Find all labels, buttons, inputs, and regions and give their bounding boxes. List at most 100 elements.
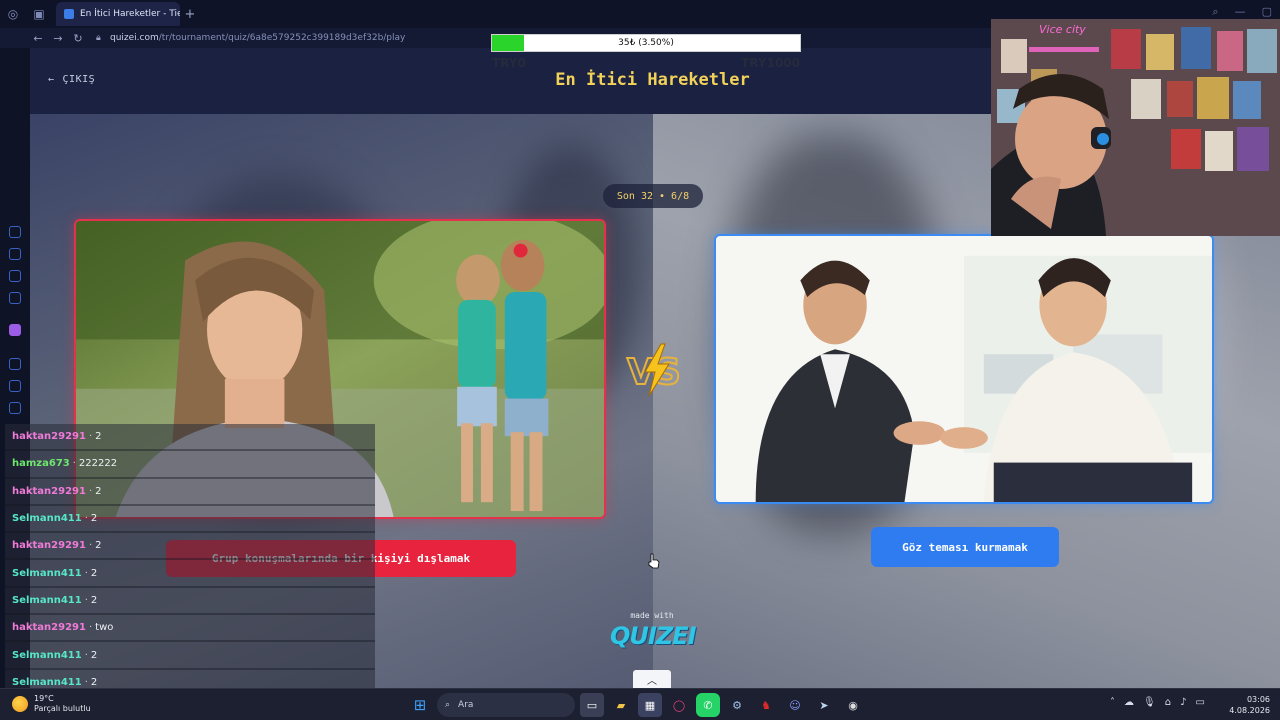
right-choice-button[interactable]: Göz teması kurmamak	[871, 527, 1059, 567]
whatsapp-icon[interactable]: ✆	[696, 693, 720, 717]
chat-message: haktan29291 · two	[5, 615, 375, 643]
url-path: /tr/tournament/quiz/6a8e579252c399189d3e…	[158, 33, 406, 43]
chat-text: 2	[90, 594, 98, 606]
sidebar-icon-3[interactable]	[9, 270, 21, 282]
chat-username: haktan29291	[12, 540, 86, 552]
chat-username: Selmann411	[12, 594, 82, 606]
sidebar-icon-5[interactable]	[9, 358, 21, 370]
maximize-icon[interactable]: ▢	[1262, 5, 1272, 19]
right-choice-image	[716, 236, 1212, 502]
taskbar-search[interactable]: ⌕ Ara	[437, 693, 575, 717]
chat-separator: ·	[72, 458, 76, 470]
chat-separator: ·	[88, 485, 93, 497]
opera-gx-icon[interactable]: ◯	[667, 693, 691, 717]
search-icon[interactable]: ⌕	[1212, 5, 1218, 19]
chat-username: haktan29291	[12, 431, 86, 443]
new-tab-button[interactable]: +	[180, 7, 200, 22]
chat-text: 2	[95, 431, 102, 443]
chat-message: haktan29291 · 2	[5, 478, 375, 506]
chat-separator: ·	[88, 540, 93, 552]
tray-battery-icon[interactable]: ▭	[1195, 697, 1204, 708]
windows-start-icon[interactable]: ⊞	[408, 693, 432, 717]
task-view-icon[interactable]: ▭	[580, 693, 604, 717]
obs-icon[interactable]: ◉	[841, 693, 865, 717]
forward-arrow-icon[interactable]: →	[48, 32, 68, 45]
versus-icon: VS	[626, 343, 682, 397]
sidebar-icon-4[interactable]	[9, 292, 21, 304]
arrow-left-icon: ←	[48, 74, 55, 85]
sidebar-icon-7[interactable]	[9, 402, 21, 414]
clock-date: 4.08.2026	[1229, 706, 1270, 715]
tray-chevron-up-icon[interactable]: ˄	[1110, 697, 1115, 708]
browser-tab-active[interactable]: En İtici Hareketler - Tier Lis ✕	[56, 2, 180, 26]
sidebar-icon-1[interactable]	[9, 226, 21, 238]
twitch-icon[interactable]	[9, 324, 21, 336]
chat-text: 222222	[78, 458, 118, 470]
screen: ◎ ▣ En İtici Hareketler - Tier Lis ✕ + ⌕…	[0, 0, 1280, 720]
url-field[interactable]: quizei.com/tr/tournament/quiz/6a8e579252…	[110, 33, 405, 43]
store-icon[interactable]: ▦	[638, 693, 662, 717]
weather-temp: 19°C	[34, 694, 54, 703]
donation-max-label: TRY1000	[741, 56, 800, 70]
donation-progress-text: 35₺ (3.50%)	[618, 38, 674, 48]
sidebar-icon-2[interactable]	[9, 248, 21, 260]
chevron-up-icon: ︿	[647, 675, 657, 687]
webcam-feed: Vice city	[991, 19, 1280, 236]
chat-username: Selmann411	[12, 567, 82, 579]
taskbar-clock[interactable]: 03:06 4.08.2026	[1229, 694, 1270, 716]
back-arrow-icon[interactable]: ←	[28, 32, 48, 45]
weather-desc: Parçalı bulutlu	[34, 704, 91, 713]
mouse-cursor-icon	[648, 553, 660, 569]
tray-mic-icon[interactable]: 🎙︎	[1143, 697, 1156, 708]
quizei-logo[interactable]: QUIZEI	[610, 622, 697, 650]
chat-text: two	[95, 622, 114, 634]
tab-favicon-icon	[64, 9, 74, 19]
made-with-label: made with	[630, 611, 674, 620]
chat-separator: ·	[84, 649, 88, 661]
weather-widget[interactable]: 19°C Parçalı bulutlu	[12, 694, 91, 714]
lock-icon: 🔒︎	[96, 33, 101, 43]
webcam-neon-sign: Vice city	[1039, 23, 1086, 36]
chat-separator: ·	[84, 676, 88, 688]
exit-button[interactable]: ← ÇIKIŞ	[48, 74, 95, 85]
chat-separator: ·	[88, 622, 93, 634]
tab-actions-icon[interactable]: ▣	[26, 0, 52, 28]
tab-title: En İtici Hareketler - Tier Lis	[80, 9, 180, 19]
chat-message: haktan29291 · 2	[5, 533, 375, 561]
steam-alt-icon[interactable]: ➤	[812, 693, 836, 717]
steam-icon[interactable]: ⚙	[725, 693, 749, 717]
webcam-overlay: Vice city	[991, 19, 1280, 236]
tray-cloud-icon[interactable]: ☁	[1124, 697, 1134, 708]
clock-time: 03:06	[1246, 695, 1270, 704]
browser-logo-icon[interactable]: ◎	[0, 0, 26, 28]
weather-sun-icon	[12, 696, 28, 712]
sidebar-icon-6[interactable]	[9, 380, 21, 392]
exit-label: ÇIKIŞ	[62, 74, 96, 85]
chat-text: 2	[90, 649, 98, 661]
tray-volume-icon[interactable]: ♪	[1180, 697, 1186, 708]
chat-username: Selmann411	[12, 513, 82, 525]
discord-icon[interactable]: ☺	[783, 693, 807, 717]
url-domain: quizei.com	[110, 33, 159, 43]
chat-message: Selmann411 · 2	[5, 642, 375, 670]
system-tray: ˄ ☁ 🎙︎ ⌂ ♪ ▭	[1110, 697, 1205, 708]
chat-username: Selmann411	[12, 676, 82, 688]
tray-network-icon[interactable]: ⌂	[1165, 697, 1171, 708]
right-choice-card[interactable]	[714, 234, 1214, 504]
donation-progress-bar: 35₺ (3.50%)	[491, 34, 801, 52]
chat-separator: ·	[84, 567, 88, 579]
chat-text: 2	[95, 485, 102, 497]
chat-text: 2	[95, 540, 102, 552]
search-icon: ⌕	[445, 700, 451, 710]
app-red-icon[interactable]: ♞	[754, 693, 778, 717]
chat-username: Selmann411	[12, 649, 82, 661]
chat-message: hamza673 · 222222	[5, 451, 375, 479]
chat-separator: ·	[84, 513, 88, 525]
scroll-up-button[interactable]: ︿	[633, 670, 671, 688]
chat-message: Selmann411 · 2	[5, 560, 375, 588]
donation-goal-overlay: 35₺ (3.50%) TRY0 TRY1000	[490, 34, 802, 74]
chat-message: Selmann411 · 2	[5, 587, 375, 616]
file-explorer-icon[interactable]: ▰	[609, 693, 633, 717]
minimize-icon[interactable]: —	[1235, 5, 1246, 19]
reload-icon[interactable]: ↻	[68, 32, 88, 45]
